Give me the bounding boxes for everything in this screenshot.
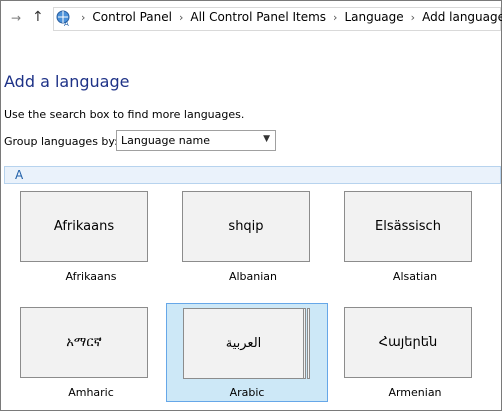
- control-panel-icon: A: [56, 10, 70, 27]
- language-name: Amharic: [68, 386, 114, 399]
- language-tile-albanian[interactable]: shqip Albanian: [178, 187, 328, 287]
- breadcrumb: › Control Panel › All Control Panel Item…: [74, 6, 502, 28]
- variant-stack-card: [307, 308, 310, 379]
- chevron-down-icon: ▼: [263, 134, 270, 144]
- breadcrumb-separator[interactable]: ›: [333, 11, 337, 24]
- language-tile-armenian[interactable]: Հայերեն Armenian: [340, 303, 490, 403]
- group-by-value: Language name: [121, 134, 210, 147]
- language-native-name: Elsässisch: [344, 191, 472, 262]
- language-name: Alsatian: [392, 270, 438, 283]
- language-tile-alsatian[interactable]: Elsässisch Alsatian: [340, 187, 490, 287]
- group-by-select[interactable]: Language name ▼: [116, 130, 276, 151]
- language-native-name: Հայերեն: [344, 307, 472, 378]
- forward-arrow-icon[interactable]: →: [11, 11, 21, 25]
- svg-text:A: A: [64, 20, 69, 27]
- language-tile-amharic[interactable]: አማርኛ Amharic: [16, 303, 166, 403]
- group-header-a[interactable]: A: [4, 166, 501, 184]
- breadcrumb-separator[interactable]: ›: [179, 11, 183, 24]
- language-name: Arabic: [229, 386, 265, 399]
- breadcrumb-separator[interactable]: ›: [411, 11, 415, 24]
- language-native-name: shqip: [182, 191, 310, 262]
- language-native-name: አማርኛ: [20, 307, 148, 378]
- breadcrumb-item-language[interactable]: Language: [344, 10, 403, 24]
- up-arrow-icon[interactable]: ↑: [32, 9, 44, 25]
- language-name: Armenian: [388, 386, 442, 399]
- language-name: Afrikaans: [65, 270, 117, 283]
- breadcrumb-item-add-languages[interactable]: Add languages: [422, 10, 502, 24]
- breadcrumb-item-all-items[interactable]: All Control Panel Items: [190, 10, 326, 24]
- language-native-name: Afrikaans: [20, 191, 148, 262]
- language-name: Albanian: [228, 270, 278, 283]
- language-tile-afrikaans[interactable]: Afrikaans Afrikaans: [16, 187, 166, 287]
- breadcrumb-item-control-panel[interactable]: Control Panel: [92, 10, 172, 24]
- page-title: Add a language: [4, 72, 130, 91]
- language-tile-arabic[interactable]: العربية Arabic: [166, 303, 328, 402]
- breadcrumb-separator[interactable]: ›: [81, 11, 85, 24]
- search-hint: Use the search box to find more language…: [4, 108, 245, 121]
- language-native-name: العربية: [183, 308, 304, 379]
- group-header-label: A: [15, 168, 24, 182]
- group-by-label: Group languages by:: [4, 135, 118, 148]
